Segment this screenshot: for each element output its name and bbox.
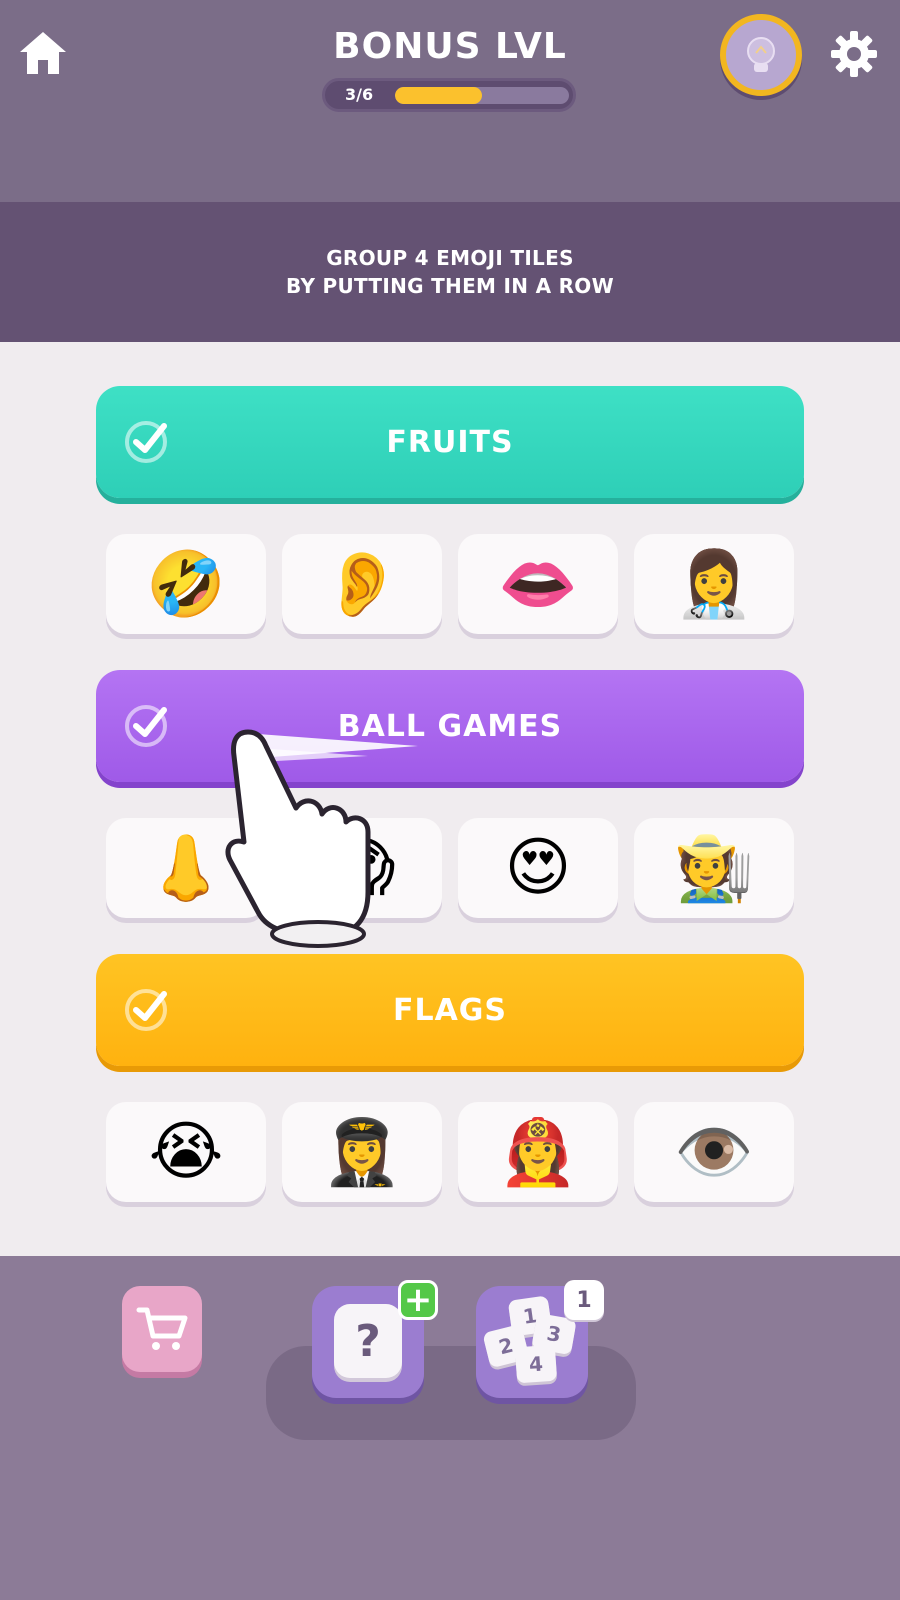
category-banner-flags[interactable]: FLAGS	[96, 954, 804, 1066]
category-banner-fruits[interactable]: FRUITS	[96, 386, 804, 498]
category-banner-ball-games[interactable]: BALL GAMES	[96, 670, 804, 782]
emoji-tile[interactable]: 👩‍⚕️	[634, 534, 794, 634]
category-label: BALL GAMES	[337, 708, 563, 744]
progress-label: 3/6	[345, 85, 374, 104]
gear-icon	[831, 31, 877, 77]
instruction-panel: GROUP 4 EMOJI TILES BY PUTTING THEM IN A…	[0, 202, 900, 342]
instruction-line-1: GROUP 4 EMOJI TILES	[326, 246, 574, 270]
cart-icon	[136, 1307, 188, 1350]
tile-row-3: 😭 👩‍✈️ 👩‍🚒 👁️	[106, 1102, 794, 1204]
emoji-tile[interactable]: 👂	[282, 534, 442, 634]
level-progress: 3/6	[322, 78, 576, 112]
number-card: 4	[514, 1344, 558, 1384]
emoji-tile[interactable]: 🧑‍🌾	[634, 818, 794, 918]
shop-button[interactable]	[122, 1286, 202, 1372]
progress-track	[395, 87, 569, 104]
settings-button[interactable]	[826, 26, 882, 82]
emoji-tile[interactable]: 👃	[106, 818, 266, 918]
hint-button[interactable]	[720, 14, 802, 96]
emoji-tile[interactable]: 👩‍🚒	[458, 1102, 618, 1202]
emoji-tile[interactable]: 🤣	[106, 534, 266, 634]
progress-fill	[395, 87, 482, 104]
category-label: FLAGS	[392, 992, 508, 1028]
emoji-tile[interactable]: 👄	[458, 534, 618, 634]
emoji-tile[interactable]: 👩‍✈️	[282, 1102, 442, 1202]
emoji-tile[interactable]: 😱	[282, 818, 442, 918]
question-mark-icon: ?	[334, 1304, 402, 1378]
tile-row-2: 👃 😱 😍 🧑‍🌾	[106, 818, 794, 920]
emoji-tile[interactable]: 😍	[458, 818, 618, 918]
lightbulb-icon	[747, 37, 775, 72]
add-booster-badge[interactable]: +	[398, 1280, 438, 1320]
header: BONUS LVL 3/6	[0, 0, 900, 202]
emoji-tile[interactable]: 😭	[106, 1102, 266, 1202]
booster-count-badge: 1	[564, 1280, 604, 1320]
emoji-tile[interactable]: 👁️	[634, 1102, 794, 1202]
instruction-line-2: BY PUTTING THEM IN A ROW	[286, 274, 614, 298]
tile-row-1: 🤣 👂 👄 👩‍⚕️	[106, 534, 794, 636]
category-label: FRUITS	[386, 424, 514, 460]
